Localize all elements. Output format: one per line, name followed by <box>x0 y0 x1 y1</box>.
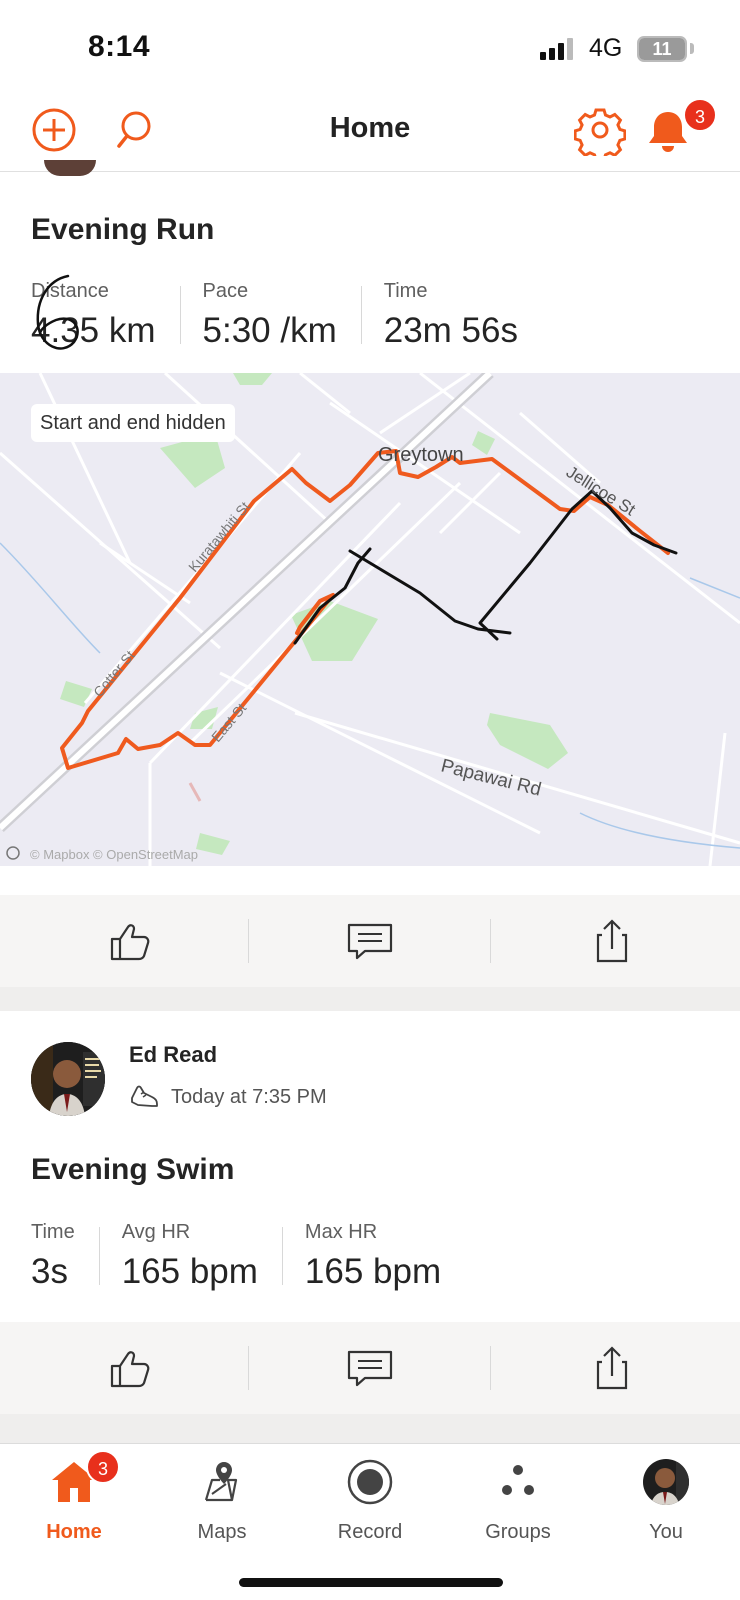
bottom-tab-bar: 3 Home Maps Record Groups You <box>0 1443 740 1600</box>
divider <box>281 1227 283 1285</box>
tab-maps[interactable]: Maps <box>148 1444 296 1554</box>
feed-gap <box>0 987 740 1011</box>
thumbs-up-icon <box>110 1351 150 1388</box>
share-button[interactable] <box>490 1322 734 1414</box>
stat-label: Pace <box>202 280 249 302</box>
share-icon <box>596 919 628 963</box>
stat-time: Time 23m 56s <box>384 280 542 351</box>
divider <box>179 286 181 344</box>
stat-value: 3s <box>31 1252 68 1291</box>
avatar[interactable] <box>31 1042 105 1116</box>
shoe-icon <box>131 1085 158 1107</box>
share-button[interactable] <box>490 895 734 987</box>
svg-text:Cotter St: Cotter St <box>90 647 138 700</box>
thumbs-up-icon <box>110 924 150 961</box>
tab-home[interactable]: 3 Home <box>0 1444 148 1554</box>
comment-button[interactable] <box>248 895 492 987</box>
tab-you[interactable]: You <box>592 1444 740 1554</box>
stat-label: Avg HR <box>121 1221 191 1243</box>
comment-icon <box>347 923 393 960</box>
stat-time: Time 3s <box>31 1221 99 1292</box>
athlete-name[interactable]: Ed Read <box>129 1042 217 1068</box>
stat-value: 165 bpm <box>121 1252 258 1291</box>
settings-gear-icon[interactable] <box>573 104 627 162</box>
stat-label: Time <box>383 280 428 302</box>
tab-label: You <box>649 1521 683 1543</box>
kudos-button[interactable] <box>8 895 252 987</box>
activity-stats: Distance 4.35 km Pace 5:30 /km Time 23m … <box>31 280 542 351</box>
status-bar: 8:14 4G 11 <box>0 0 740 92</box>
activity-title[interactable]: Evening Run <box>31 213 214 247</box>
stat-pace: Pace 5:30 /km <box>203 280 361 351</box>
comment-button[interactable] <box>248 1322 492 1414</box>
feed-gap <box>0 1414 740 1443</box>
activity-actions <box>0 895 740 987</box>
record-icon <box>347 1459 393 1505</box>
notification-count-badge: 3 <box>683 98 717 132</box>
stat-avg-hr: Avg HR 165 bpm <box>122 1221 282 1292</box>
stat-label: Max HR <box>304 1221 378 1243</box>
map-attribution: © Mapbox © OpenStreetMap <box>30 847 198 862</box>
share-icon <box>596 1346 628 1390</box>
network-type: 4G <box>589 34 623 62</box>
tab-label: Home <box>46 1521 102 1543</box>
maps-icon <box>204 1462 238 1502</box>
map-road-label: Papawai Rd <box>439 755 543 800</box>
tab-label: Record <box>337 1521 403 1543</box>
battery-icon: 11 <box>637 36 687 62</box>
battery-level: 11 <box>639 38 685 60</box>
tab-record[interactable]: Record <box>296 1444 444 1554</box>
activity-actions <box>0 1322 740 1414</box>
cellular-signal-icon <box>540 38 576 60</box>
groups-icon <box>502 1465 534 1495</box>
comment-icon <box>347 1350 393 1387</box>
tab-label: Maps <box>197 1521 247 1543</box>
battery-tip <box>690 43 694 54</box>
route-map-graphic: Greytown Papawai Rd Jellicoe St Cotter S… <box>0 373 740 866</box>
stat-value: 5:30 /km <box>202 311 337 350</box>
activity-meta: Today at 7:35 PM <box>129 1082 327 1112</box>
divider <box>360 286 362 344</box>
stat-value: 165 bpm <box>304 1252 442 1291</box>
stat-label: Time <box>31 1221 75 1243</box>
handwritten-six-annotation <box>36 274 79 350</box>
top-header: Home <box>0 92 740 172</box>
activity-title[interactable]: Evening Swim <box>31 1153 234 1187</box>
profile-avatar-icon <box>643 1459 689 1505</box>
avatar[interactable] <box>44 160 96 176</box>
stat-value: 23m 56s <box>383 311 518 350</box>
map-town-label: Greytown <box>378 444 464 466</box>
page-title: Home <box>329 112 411 144</box>
stat-max-hr: Max HR 165 bpm <box>305 1221 465 1292</box>
activity-map[interactable]: Greytown Papawai Rd Jellicoe St Cotter S… <box>0 373 740 866</box>
privacy-chip: Start and end hidden <box>31 404 235 442</box>
kudos-button[interactable] <box>8 1322 252 1414</box>
home-indicator[interactable] <box>239 1578 503 1587</box>
activity-timestamp: Today at 7:35 PM <box>171 1085 327 1108</box>
tab-badge: 3 <box>86 1450 120 1484</box>
svg-text:Kuratawhiti St: Kuratawhiti St <box>185 498 253 575</box>
tab-groups[interactable]: Groups <box>444 1444 592 1554</box>
tab-label: Groups <box>485 1521 551 1543</box>
activity-stats: Time 3s Avg HR 165 bpm Max HR 165 bpm <box>31 1221 465 1292</box>
status-time: 8:14 <box>88 30 151 63</box>
divider <box>98 1227 100 1285</box>
